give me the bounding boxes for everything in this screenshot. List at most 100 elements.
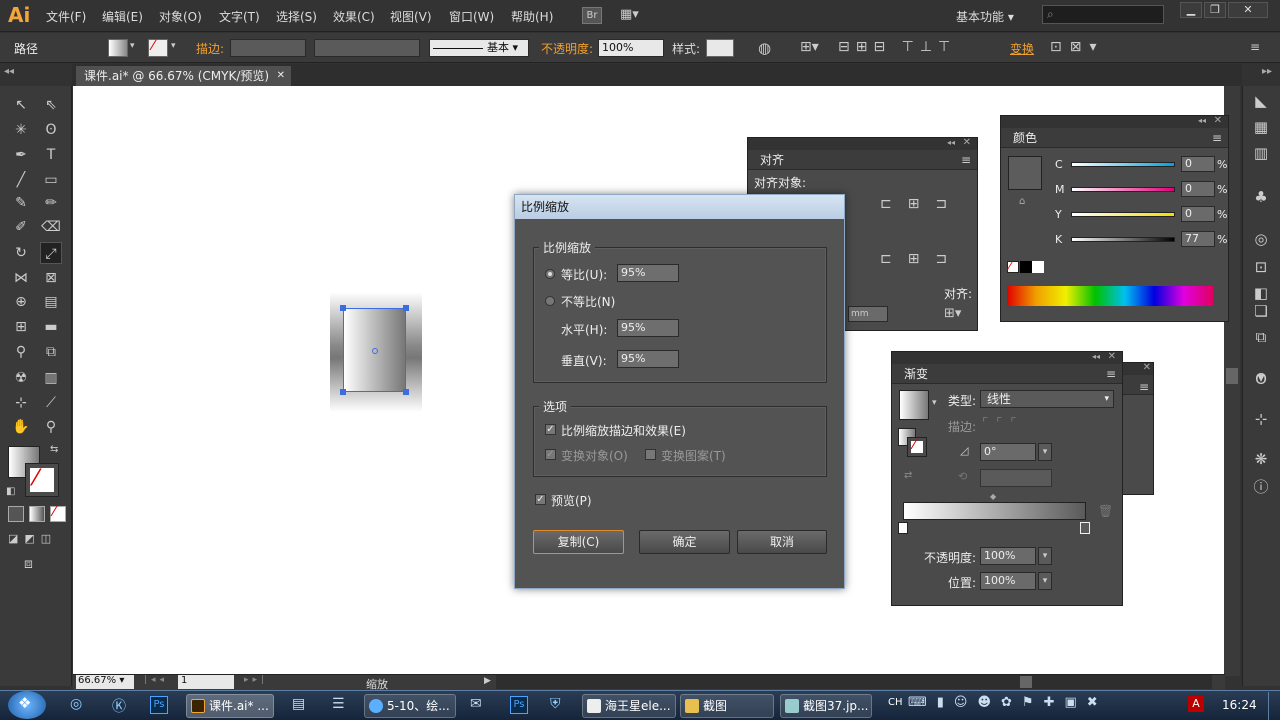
swap-colors-icon[interactable]: ⇆ bbox=[50, 444, 58, 455]
drawing-modes-icon[interactable]: ◪◩◫ bbox=[8, 532, 66, 546]
taskbar-folder-window[interactable]: 截图 bbox=[680, 694, 774, 718]
navigator-icon[interactable]: ❋ bbox=[1250, 448, 1272, 470]
taskbar-excel-window[interactable]: 海王星ele... bbox=[582, 694, 676, 718]
swatches-icon[interactable]: ▦ bbox=[1250, 116, 1272, 138]
pencil-tool-icon[interactable]: ✏ bbox=[40, 192, 62, 214]
black-swatch[interactable] bbox=[1020, 261, 1032, 273]
none-mode-icon[interactable]: ⁄ bbox=[50, 504, 66, 522]
close-tab-icon[interactable]: ✕ bbox=[277, 66, 285, 86]
menu-window[interactable]: 窗口(W) bbox=[449, 8, 494, 25]
selection-tool-icon[interactable]: ↖ bbox=[10, 94, 32, 116]
bridge-button[interactable]: Br bbox=[582, 7, 602, 24]
brushes-icon[interactable]: ▥ bbox=[1250, 142, 1272, 164]
gradient-stop-start[interactable] bbox=[898, 522, 908, 534]
scale-strokes-checkbox[interactable]: ✓ bbox=[545, 424, 556, 435]
artboard-number-field[interactable]: 1 bbox=[178, 675, 234, 689]
taskbar-app-icon[interactable]: ✉ bbox=[470, 696, 482, 712]
gradient-angle-dropdown-icon[interactable]: ▾ bbox=[1038, 443, 1052, 461]
blob-brush-tool-icon[interactable]: ✐ bbox=[10, 216, 32, 238]
rotate-tool-icon[interactable]: ↻ bbox=[10, 242, 32, 264]
stroke-color-box[interactable]: ⁄ bbox=[25, 463, 59, 497]
menu-object[interactable]: 对象(O) bbox=[159, 8, 202, 25]
gradient-midpoint[interactable]: ◆ bbox=[990, 492, 996, 501]
gradient-thumbnail[interactable] bbox=[899, 390, 929, 420]
taskbar-notepad-icon[interactable]: ▤ bbox=[292, 696, 305, 712]
blend-tool-icon[interactable]: ⧉ bbox=[40, 341, 62, 363]
taskbar-photoshop-icon[interactable]: Ps bbox=[510, 696, 528, 714]
quicklaunch-browser-icon[interactable]: ◎ bbox=[70, 696, 82, 712]
restore-button[interactable]: ❐ bbox=[1204, 2, 1226, 18]
arrange-documents-icon[interactable]: ▦▾ bbox=[620, 7, 650, 24]
eyedropper-tool-icon[interactable]: ⚲ bbox=[10, 341, 32, 363]
eraser-tool-icon[interactable]: ⌫ bbox=[40, 216, 62, 238]
scale-strokes-label[interactable]: 比例缩放描边和效果(E) bbox=[561, 422, 686, 439]
hscroll-thumb[interactable] bbox=[1020, 676, 1032, 688]
align-panel-title[interactable]: 对齐 bbox=[760, 153, 784, 167]
gradient-type-select[interactable]: 线性 ▾ bbox=[980, 390, 1114, 408]
control-menu-icon[interactable]: ≡ bbox=[1250, 40, 1260, 54]
color-mode-icon[interactable] bbox=[8, 506, 24, 522]
expand-panels-icon[interactable]: ▸▸ bbox=[1262, 66, 1272, 77]
stroke-swatch[interactable]: ⁄ bbox=[148, 38, 168, 57]
brush-definition[interactable]: 基本 ▾ bbox=[429, 39, 529, 57]
close-panel-icon[interactable]: ✕ bbox=[1214, 115, 1222, 126]
scale-tool-icon[interactable]: ⤢ bbox=[40, 242, 62, 264]
ok-button[interactable]: 确定 bbox=[639, 530, 730, 554]
graph-tool-icon[interactable]: ▥ bbox=[40, 367, 62, 389]
stroke-weight-label[interactable]: 描边: bbox=[196, 40, 224, 57]
color-panel-title[interactable]: 颜色 bbox=[1013, 131, 1037, 145]
align-to-icon[interactable]: ⊞▾ bbox=[800, 39, 819, 55]
stop-opacity-field[interactable]: 100% bbox=[980, 547, 1036, 565]
panel-menu-icon[interactable]: ≡ bbox=[1106, 364, 1116, 384]
fill-swatch[interactable] bbox=[108, 39, 128, 57]
close-button[interactable]: ✕ bbox=[1228, 2, 1268, 18]
zoom-tool-icon[interactable]: ⚲ bbox=[40, 416, 62, 438]
panel-menu-icon[interactable]: ≡ bbox=[1139, 377, 1149, 397]
variable-width-profile[interactable] bbox=[314, 39, 420, 57]
channel-m-slider[interactable] bbox=[1071, 187, 1175, 192]
uniform-radio[interactable] bbox=[545, 269, 555, 279]
dialog-title[interactable]: 比例缩放 bbox=[515, 195, 844, 219]
scroll-thumb[interactable] bbox=[1226, 368, 1238, 384]
anchor-point[interactable] bbox=[340, 389, 346, 395]
color-guide-icon[interactable]: ◣ bbox=[1250, 90, 1272, 112]
rectangle-tool-icon[interactable]: ▭ bbox=[40, 169, 62, 191]
stroke-icon[interactable]: ◎ bbox=[1250, 228, 1272, 250]
channel-k-slider[interactable] bbox=[1071, 237, 1175, 242]
preview-label[interactable]: 预览(P) bbox=[551, 492, 592, 509]
gradient-slider[interactable] bbox=[903, 502, 1086, 520]
menu-effect[interactable]: 效果(C) bbox=[333, 8, 375, 25]
channel-c-field[interactable]: 0 bbox=[1181, 156, 1215, 172]
color-spectrum[interactable] bbox=[1007, 286, 1213, 306]
gradient-tool-icon[interactable]: ▬ bbox=[40, 316, 62, 338]
artboard-nav-prev-icon[interactable]: |◂◂ bbox=[144, 675, 168, 685]
fill-color-preview[interactable] bbox=[1008, 156, 1042, 190]
close-panel-icon[interactable]: ✕ bbox=[963, 137, 971, 148]
taskbar-image-window[interactable]: 截图37.jp... bbox=[780, 694, 872, 718]
nonuniform-label[interactable]: 不等比(N) bbox=[561, 293, 615, 310]
lasso-tool-icon[interactable]: ʘ bbox=[40, 119, 62, 141]
type-tool-icon[interactable]: T bbox=[40, 144, 62, 166]
anchor-point[interactable] bbox=[403, 389, 409, 395]
recolor-artwork-icon[interactable]: ◍ bbox=[758, 39, 771, 57]
channel-m-field[interactable]: 0 bbox=[1181, 181, 1215, 197]
start-button[interactable]: ❖ bbox=[8, 691, 46, 719]
workspace-switcher[interactable]: 基本功能 ▾ bbox=[956, 8, 1014, 25]
stroke-dropdown-icon[interactable]: ▾ bbox=[171, 41, 176, 51]
artboard-nav-next-icon[interactable]: ▸▸| bbox=[244, 675, 268, 685]
isolate-icon[interactable]: ⊡⊠▾ bbox=[1050, 39, 1105, 55]
menu-select[interactable]: 选择(S) bbox=[276, 8, 317, 25]
input-language[interactable]: CH bbox=[888, 697, 903, 708]
collapse-panel-icon[interactable]: ◂◂ bbox=[1092, 352, 1100, 361]
magic-wand-tool-icon[interactable]: ✳ bbox=[10, 119, 32, 141]
artboard-tool-icon[interactable]: ⊹ bbox=[10, 392, 32, 414]
transform-panel-icon[interactable]: ⊹ bbox=[1250, 408, 1272, 430]
menu-type[interactable]: 文字(T) bbox=[219, 8, 260, 25]
horizontal-scrollbar[interactable] bbox=[496, 675, 1212, 689]
quicklaunch-k-icon[interactable]: Ⓚ bbox=[112, 696, 126, 716]
menu-help[interactable]: 帮助(H) bbox=[511, 8, 553, 25]
close-panel-icon[interactable]: ✕ bbox=[1108, 351, 1116, 362]
width-tool-icon[interactable]: ⋈ bbox=[10, 267, 32, 289]
menu-view[interactable]: 视图(V) bbox=[390, 8, 432, 25]
distribute-objects-buttons[interactable]: ⊏⊞⊐ bbox=[880, 251, 963, 267]
